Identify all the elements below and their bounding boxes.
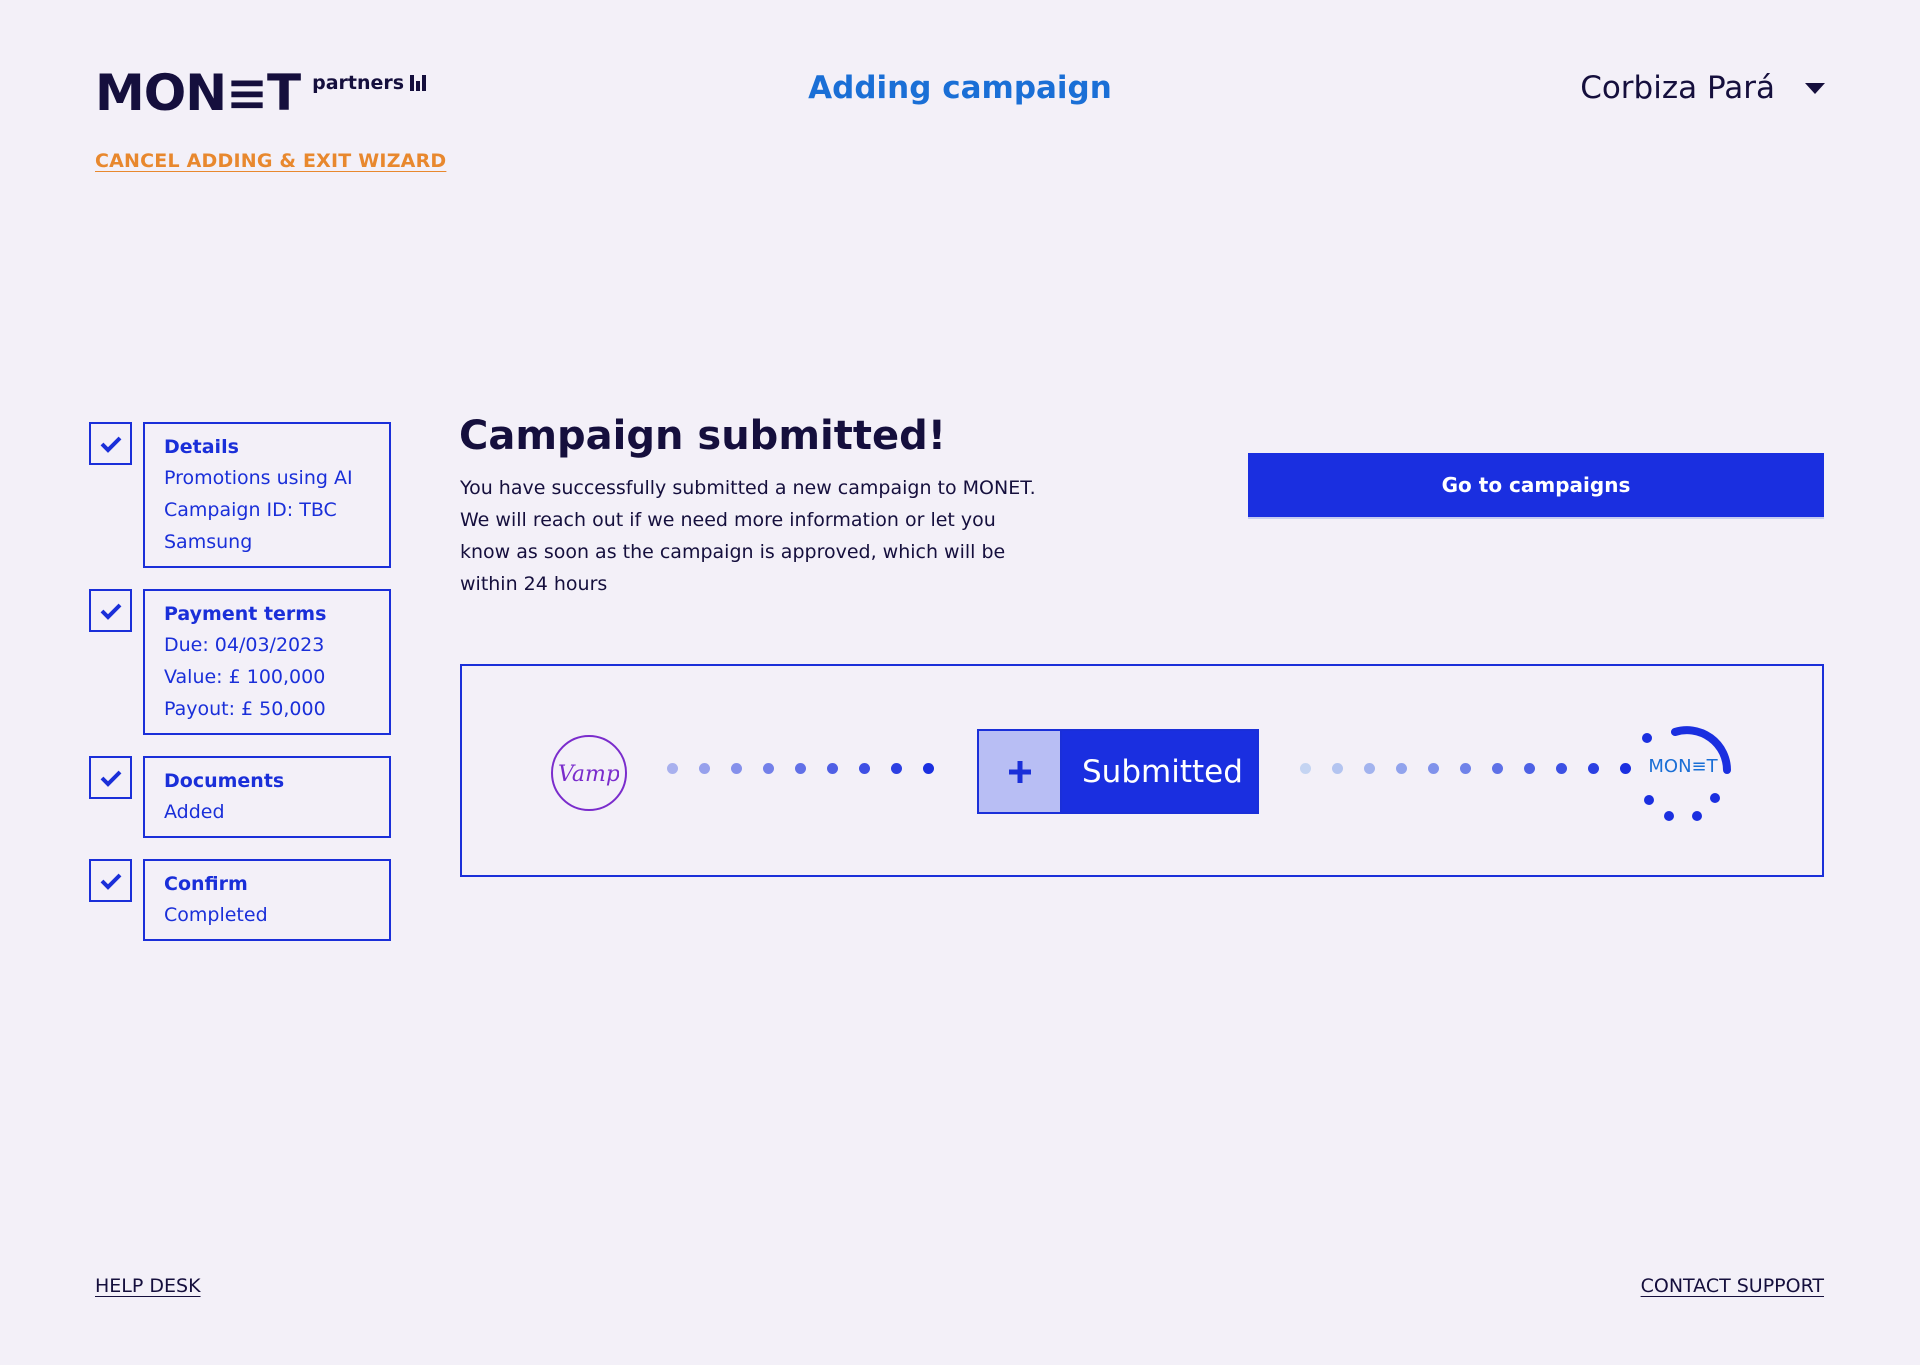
step-documents[interactable]: Documents Added — [89, 756, 391, 838]
page-title: Campaign submitted! — [459, 413, 946, 459]
progress-dot — [1300, 763, 1311, 774]
checkbox-checked-icon — [89, 859, 132, 902]
step-line: Completed — [164, 904, 268, 926]
status-submitted-chip: Submitted — [977, 729, 1259, 814]
progress-dot — [1556, 763, 1567, 774]
submission-description: You have successfully submitted a new ca… — [460, 477, 1036, 595]
progress-dot — [1332, 763, 1343, 774]
step-line: Added — [164, 801, 225, 823]
progress-dot — [1492, 763, 1503, 774]
step-title: Confirm — [164, 873, 248, 895]
step-line: Promotions using AI — [164, 467, 353, 489]
step-confirm-box[interactable]: Confirm Completed — [143, 859, 391, 941]
monet-target-logo: MON≡T — [1642, 726, 1731, 821]
step-line: Payout: £ 50,000 — [164, 698, 326, 720]
checkbox-checked-icon — [89, 422, 132, 465]
page: MON≡T partners CANCEL ADDING & EXIT WIZA… — [0, 0, 1920, 1365]
step-title: Documents — [164, 770, 285, 792]
progress-dot — [731, 763, 742, 774]
status-label: Submitted — [1062, 731, 1257, 812]
progress-dot — [1428, 763, 1439, 774]
step-payment-terms-box[interactable]: Payment terms Due: 04/03/2023 Value: £ 1… — [143, 589, 391, 735]
step-line: Samsung — [164, 531, 253, 553]
checkbox-checked-icon — [89, 756, 132, 799]
progress-dot — [1588, 763, 1599, 774]
user-name: Corbiza Pará — [1580, 70, 1775, 106]
help-desk-link[interactable]: HELP DESK — [95, 1275, 201, 1297]
progress-dot — [699, 763, 710, 774]
progress-dot — [923, 763, 934, 774]
progress-dot — [1396, 763, 1407, 774]
vamp-logo-mark: Vamp — [559, 762, 619, 787]
user-menu[interactable]: Corbiza Pará — [1580, 70, 1825, 106]
vamp-logo: Vamp — [551, 735, 627, 811]
progress-dot — [1524, 763, 1535, 774]
step-line: Value: £ 100,000 — [164, 666, 326, 688]
wizard-steps: Details Promotions using AI Campaign ID:… — [89, 422, 391, 962]
step-details-box[interactable]: Details Promotions using AI Campaign ID:… — [143, 422, 391, 568]
progress-dot — [1364, 763, 1375, 774]
progress-dot — [667, 763, 678, 774]
step-payment-terms[interactable]: Payment terms Due: 04/03/2023 Value: £ 1… — [89, 589, 391, 735]
vamp-logo-text: Vamp — [559, 762, 619, 787]
step-title: Payment terms — [164, 603, 327, 625]
cancel-wizard-link[interactable]: CANCEL ADDING & EXIT WIZARD — [95, 150, 446, 172]
step-title: Details — [164, 436, 239, 458]
plus-icon — [979, 731, 1062, 812]
step-line: Due: 04/03/2023 — [164, 634, 325, 656]
monet-target-text: MON≡T — [1648, 756, 1718, 777]
caret-down-icon[interactable] — [1805, 82, 1825, 94]
step-details[interactable]: Details Promotions using AI Campaign ID:… — [89, 422, 391, 568]
step-line: Campaign ID: TBC — [164, 499, 337, 521]
go-to-campaigns-button[interactable]: Go to campaigns — [1248, 453, 1824, 517]
step-confirm[interactable]: Confirm Completed — [89, 859, 391, 941]
progress-dot — [827, 763, 838, 774]
progress-dot — [795, 763, 806, 774]
submission-status-panel: Vamp Submitted MON≡T — [460, 664, 1824, 877]
progress-dot — [891, 763, 902, 774]
progress-dot — [859, 763, 870, 774]
progress-dot — [763, 763, 774, 774]
progress-dot — [1460, 763, 1471, 774]
checkbox-checked-icon — [89, 589, 132, 632]
step-documents-box[interactable]: Documents Added — [143, 756, 391, 838]
contact-support-link[interactable]: CONTACT SUPPORT — [1641, 1275, 1824, 1297]
